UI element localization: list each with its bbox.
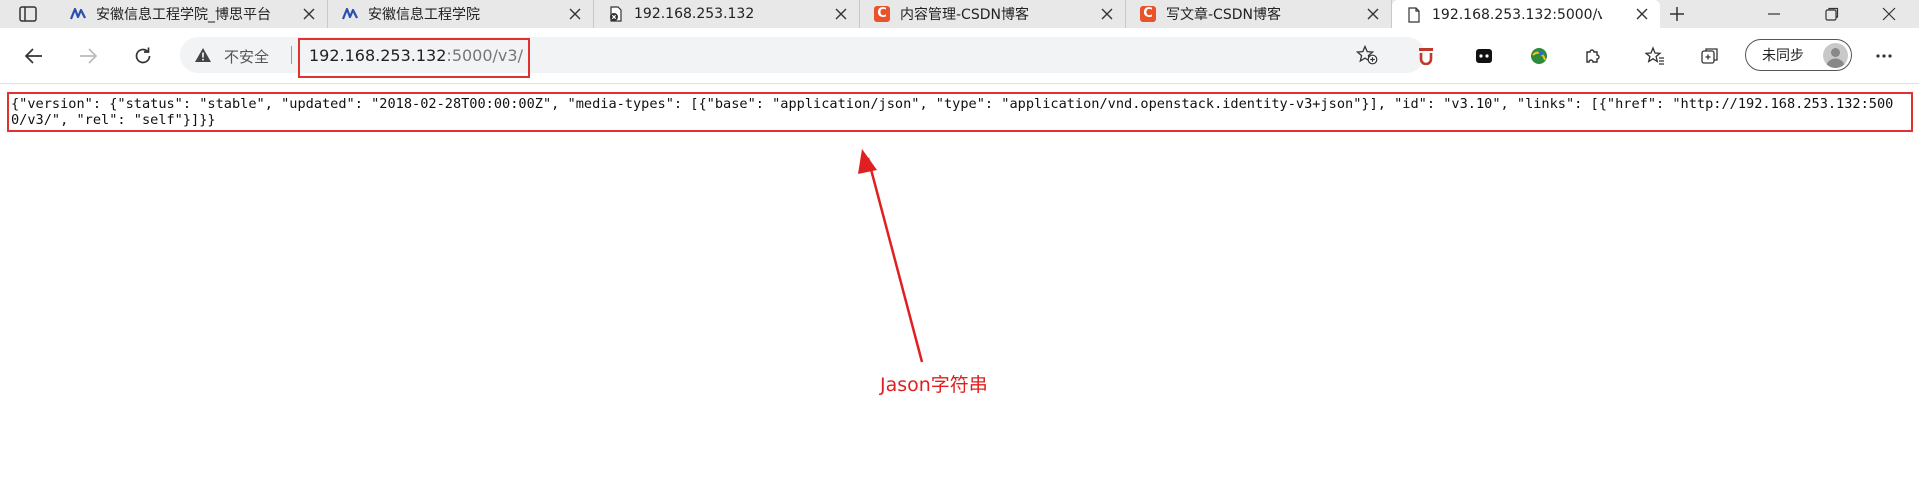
extension-game-button[interactable] xyxy=(1470,42,1498,70)
forward-button[interactable] xyxy=(74,42,102,70)
security-status-label[interactable]: 不安全 xyxy=(224,46,269,67)
refresh-button[interactable] xyxy=(129,42,157,70)
tab-csdn-content[interactable]: C 内容管理-CSDN博客 xyxy=(860,0,1126,28)
settings-menu-button[interactable] xyxy=(1870,42,1898,70)
tab-actions-button[interactable] xyxy=(14,0,42,28)
close-icon[interactable] xyxy=(1365,6,1381,22)
page-error-icon xyxy=(608,6,624,22)
restore-icon xyxy=(1825,7,1839,21)
page-icon xyxy=(1406,6,1422,23)
reader-extension-icon xyxy=(1419,48,1433,65)
close-icon[interactable] xyxy=(1634,6,1650,22)
globe-extension-icon xyxy=(1531,48,1547,64)
tab-keystone-v3[interactable]: 192.168.253.132:5000/v3/ xyxy=(1392,0,1660,29)
plus-icon xyxy=(1670,7,1684,21)
tab-title: 内容管理-CSDN博客 xyxy=(900,7,1029,23)
bosi-logo-icon xyxy=(342,6,358,22)
tab-ahiei[interactable]: 安徽信息工程学院 xyxy=(328,0,594,28)
tab-ip-host[interactable]: 192.168.253.132 xyxy=(594,0,860,28)
tab-strip: 安徽信息工程学院_博思平台 安徽信息工程学院 192.168.253.132 C… xyxy=(0,0,1919,29)
close-icon xyxy=(1882,7,1896,21)
collections-button[interactable] xyxy=(1696,42,1724,70)
back-button[interactable] xyxy=(20,42,48,70)
url-highlight-box xyxy=(298,38,530,78)
navigation-toolbar: 不安全 未同步 xyxy=(0,28,1919,84)
puzzle-icon xyxy=(1586,49,1600,63)
close-icon[interactable] xyxy=(567,6,583,22)
sync-status-label: 未同步 xyxy=(1762,48,1804,64)
tab-title: 安徽信息工程学院 xyxy=(368,7,480,23)
close-icon[interactable] xyxy=(1099,6,1115,22)
tab-title: 安徽信息工程学院_博思平台 xyxy=(96,7,271,23)
extension-reader-button[interactable] xyxy=(1412,42,1440,70)
tab-bosi-platform[interactable]: 安徽信息工程学院_博思平台 xyxy=(56,0,328,28)
bosi-logo-icon xyxy=(70,6,86,22)
tab-title: 写文章-CSDN博客 xyxy=(1166,7,1281,23)
annotation-label: Jason字符串 xyxy=(880,374,988,396)
csdn-logo-icon: C xyxy=(1140,6,1156,22)
more-options-icon xyxy=(1876,54,1892,58)
close-icon[interactable] xyxy=(301,6,317,22)
tab-actions-icon xyxy=(19,6,37,22)
warning-icon[interactable] xyxy=(194,47,212,63)
csdn-logo-icon: C xyxy=(874,6,890,22)
minimize-button[interactable] xyxy=(1760,0,1788,28)
user-icon xyxy=(1826,48,1845,68)
refresh-icon xyxy=(135,47,151,64)
minimize-icon xyxy=(1768,13,1780,15)
arrow-right-icon xyxy=(80,48,98,64)
extensions-button[interactable] xyxy=(1579,42,1607,70)
favorites-button[interactable] xyxy=(1641,42,1669,70)
profile-sync-button[interactable]: 未同步 xyxy=(1745,39,1852,71)
extension-globe-button[interactable] xyxy=(1525,42,1553,70)
new-tab-button[interactable] xyxy=(1663,0,1691,28)
close-icon[interactable] xyxy=(833,6,849,22)
close-window-button[interactable] xyxy=(1875,0,1903,28)
arrow-left-icon xyxy=(24,48,42,64)
add-favorite-icon[interactable] xyxy=(1356,45,1378,65)
favorites-icon xyxy=(1645,46,1664,65)
tab-csdn-write[interactable]: C 写文章-CSDN博客 xyxy=(1126,0,1392,28)
tab-title: 192.168.253.132:5000/v3/ xyxy=(1432,6,1602,23)
gamepad-extension-icon xyxy=(1476,49,1492,63)
restore-button[interactable] xyxy=(1818,0,1846,28)
address-separator xyxy=(291,46,292,64)
tab-title: 192.168.253.132 xyxy=(634,6,755,22)
avatar xyxy=(1823,43,1848,68)
collections-icon xyxy=(1701,48,1718,64)
json-highlight-box xyxy=(7,92,1913,132)
